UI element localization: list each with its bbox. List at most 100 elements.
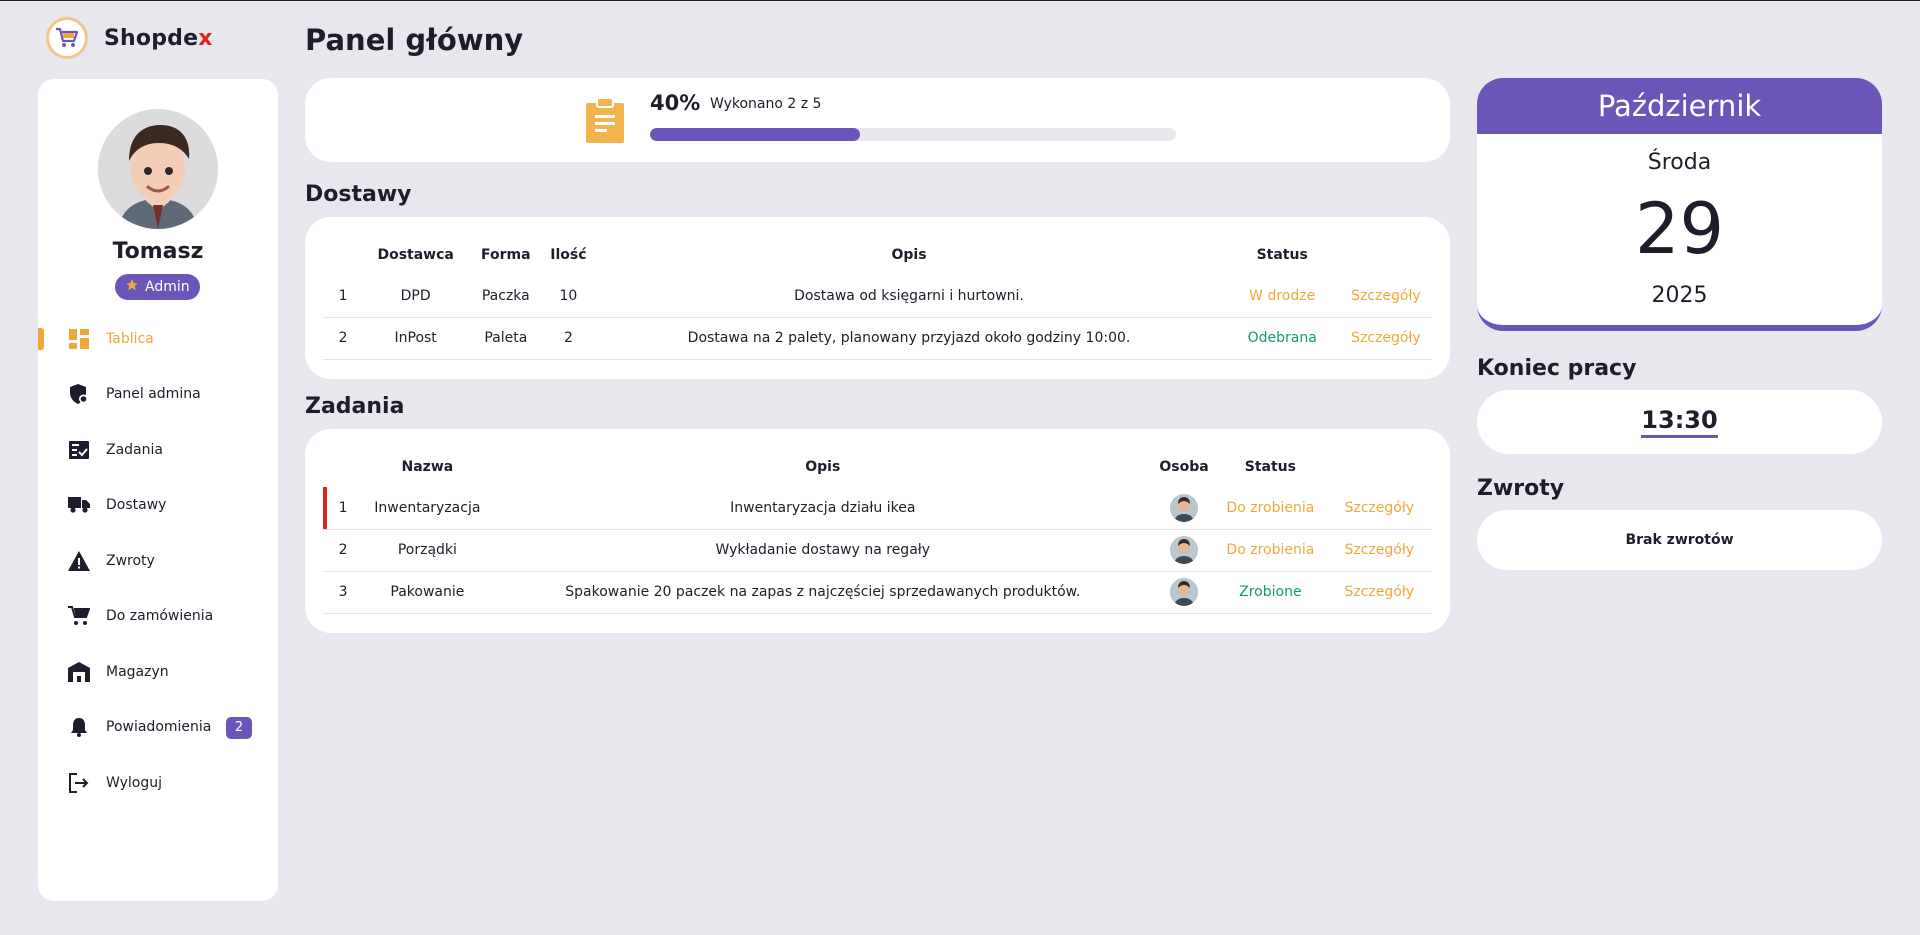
calendar-day-number: 29 <box>1634 188 1725 270</box>
col-header-form: Forma <box>481 247 531 263</box>
calendar-year: 2025 <box>1651 283 1708 308</box>
app-logo[interactable]: Shopdex <box>46 17 213 59</box>
status-cell: Zrobione <box>1214 571 1327 614</box>
logout-icon <box>68 772 90 794</box>
deliveries-title: Dostawy <box>305 182 412 207</box>
progress-text: Wykonano 2 z 5 <box>710 96 822 112</box>
tasks-icon <box>68 439 90 461</box>
sidebar-item-zwroty[interactable]: Zwroty <box>38 533 278 589</box>
end-of-work-card: 13:30 <box>1477 390 1882 454</box>
description-cell: Dostawa na 2 palety, planowany przyjazd … <box>593 317 1225 360</box>
description-cell: Wykładanie dostawy na regały <box>491 529 1154 572</box>
warehouse-icon <box>68 661 90 683</box>
admin-shield-icon <box>68 383 90 405</box>
person-avatar[interactable] <box>1170 493 1199 522</box>
notification-count-badge: 2 <box>226 716 252 739</box>
end-of-work-time: 13:30 <box>1641 406 1718 438</box>
sidebar-nav: Tablica Panel admina Zadania Dostawy Zwr… <box>38 311 278 811</box>
status-cell: W drodze <box>1224 275 1340 318</box>
description-cell: Dostawa od księgarni i hurtowni. <box>593 275 1225 318</box>
description-cell: Spakowanie 20 paczek na zapas z najczęśc… <box>491 571 1154 614</box>
sidebar: Tomasz Admin Tablica Panel admina Zadani… <box>38 79 278 901</box>
form-cell: Paczka <box>468 275 544 318</box>
sidebar-item-zadania[interactable]: Zadania <box>38 422 278 478</box>
deliveries-table: Dostawca Forma Ilość Opis Status 1 DPD P… <box>323 235 1432 360</box>
returns-empty-text: Brak zwrotów <box>1625 532 1734 548</box>
cart-icon <box>68 605 90 627</box>
end-of-work-title: Koniec pracy <box>1477 356 1637 381</box>
progress-bar-fill <box>650 128 861 141</box>
row-number: 1 <box>323 487 364 530</box>
sidebar-item-do-zamowienia[interactable]: Do zamówienia <box>38 589 278 645</box>
sidebar-item-wyloguj[interactable]: Wyloguj <box>38 755 278 811</box>
tasks-title: Zadania <box>305 394 405 419</box>
status-cell: Do zrobienia <box>1214 529 1327 572</box>
col-header-no <box>323 447 363 487</box>
returns-card: Brak zwrotów <box>1477 510 1882 570</box>
sidebar-item-label: Powiadomienia <box>106 719 212 736</box>
role-label: Admin <box>145 279 190 295</box>
description-cell: Inwentaryzacja działu ikea <box>491 487 1154 530</box>
user-name: Tomasz <box>112 239 204 264</box>
sidebar-item-powiadomienia[interactable]: Powiadomienia 2 <box>38 700 278 756</box>
sidebar-item-label: Magazyn <box>106 663 169 680</box>
row-number: 3 <box>323 571 364 614</box>
details-link[interactable]: Szczegóły <box>1326 529 1432 572</box>
col-header-status: Status <box>1244 459 1296 475</box>
row-number: 1 <box>323 275 364 318</box>
warning-icon <box>68 550 90 572</box>
task-name-cell: Pakowanie <box>363 571 492 614</box>
table-row: 1 Inwentaryzacja Inwentaryzacja działu i… <box>323 487 1432 530</box>
row-number: 2 <box>323 317 364 360</box>
app-name: Shopdex <box>104 25 213 51</box>
qty-cell: 10 <box>543 275 594 318</box>
progress-card: 40% Wykonano 2 z 5 <box>305 78 1450 162</box>
table-row: 2 Porządki Wykładanie dostawy na regały … <box>323 529 1432 572</box>
status-cell: Do zrobienia <box>1214 487 1327 530</box>
calendar-weekday: Środa <box>1647 150 1712 175</box>
person-avatar[interactable] <box>1170 578 1199 606</box>
sidebar-item-panel-admina[interactable]: Panel admina <box>38 367 278 423</box>
col-header-no <box>323 235 363 275</box>
bell-icon <box>68 716 90 738</box>
avatar[interactable] <box>98 109 218 229</box>
details-link[interactable]: Szczegóły <box>1326 571 1432 614</box>
star-icon <box>125 278 139 296</box>
sidebar-item-label: Tablica <box>106 330 154 347</box>
col-header-desc: Opis <box>805 459 841 475</box>
form-cell: Paleta <box>468 317 544 360</box>
col-header-actions <box>1340 235 1432 275</box>
dashboard-icon <box>68 328 90 350</box>
row-number: 2 <box>323 529 364 572</box>
calendar-month: Październik <box>1477 78 1882 134</box>
sidebar-item-tablica[interactable]: Tablica <box>38 311 278 367</box>
sidebar-item-label: Dostawy <box>106 497 167 514</box>
col-header-qty: Ilość <box>550 247 587 263</box>
tasks-table: Nazwa Opis Osoba Status 1 Inwentaryzacja… <box>323 447 1432 614</box>
progress-percent: 40% <box>650 91 701 115</box>
cart-logo-icon <box>46 17 88 59</box>
sidebar-item-magazyn[interactable]: Magazyn <box>38 644 278 700</box>
person-avatar[interactable] <box>1170 536 1199 564</box>
task-name-cell: Inwentaryzacja <box>363 487 492 530</box>
sidebar-item-label: Wyloguj <box>106 774 162 791</box>
status-cell: Odebrana <box>1224 317 1340 360</box>
sidebar-item-label: Zwroty <box>106 552 155 569</box>
col-header-desc: Opis <box>891 247 927 263</box>
col-header-name: Nazwa <box>401 459 454 475</box>
sidebar-item-label: Zadania <box>106 441 163 458</box>
person-cell <box>1153 529 1215 572</box>
col-header-status: Status <box>1256 247 1308 263</box>
table-row: 3 Pakowanie Spakowanie 20 paczek na zapa… <box>323 571 1432 614</box>
sidebar-item-label: Panel admina <box>106 386 201 403</box>
calendar-card: Październik Środa 29 2025 <box>1477 78 1882 331</box>
details-link[interactable]: Szczegóły <box>1339 317 1432 360</box>
tasks-card: Nazwa Opis Osoba Status 1 Inwentaryzacja… <box>305 429 1450 633</box>
supplier-cell: InPost <box>363 317 469 360</box>
details-link[interactable]: Szczegóły <box>1326 487 1432 530</box>
clipboard-icon <box>584 97 626 147</box>
details-link[interactable]: Szczegóły <box>1339 275 1432 318</box>
progress-bar <box>650 128 1176 141</box>
col-header-person: Osoba <box>1159 459 1209 475</box>
sidebar-item-dostawy[interactable]: Dostawy <box>38 478 278 534</box>
